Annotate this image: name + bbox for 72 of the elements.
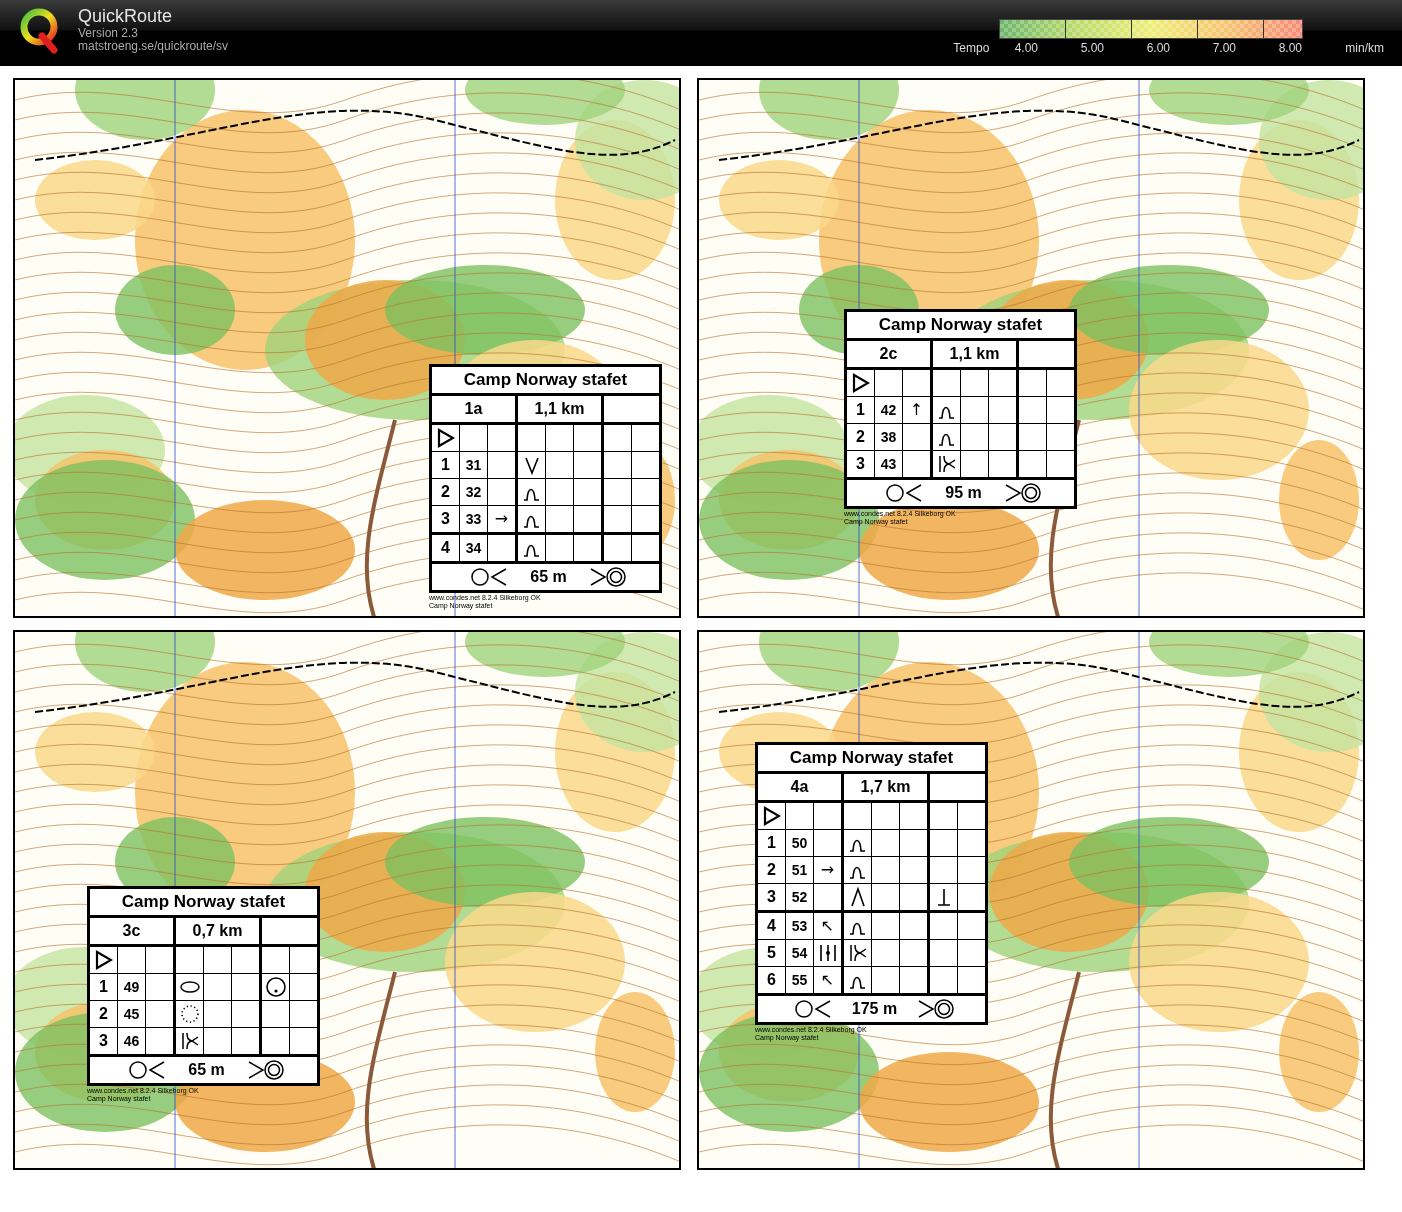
course-name: 4a: [756, 772, 843, 802]
finish-distance: 175 m: [851, 1000, 898, 1018]
course-name: 1a: [430, 394, 517, 424]
circle-to-route-icon: [885, 482, 924, 504]
logo-icon: [20, 8, 60, 54]
tempo-label: Tempo: [952, 41, 991, 55]
control-number: 1: [845, 396, 875, 424]
control-code: 49: [117, 973, 146, 1001]
between-bars-icon: [817, 943, 838, 963]
control-number: 3: [430, 505, 460, 534]
course-length: 1,1 km: [931, 339, 1018, 369]
finish-distance: 65 m: [188, 1061, 225, 1079]
route-to-finish-icon: [917, 998, 956, 1020]
direction-arrow: →: [820, 861, 835, 879]
start-triangle-icon: [94, 950, 113, 970]
ellipse-icon: [178, 980, 201, 994]
route-to-finish-icon: [588, 566, 627, 588]
direction-arrow: ↖: [820, 971, 835, 989]
control-code: 51: [785, 856, 814, 884]
route-to-finish-icon: [246, 1059, 285, 1081]
tempo-tick-label: 4.00: [1013, 41, 1039, 55]
tempo-tick-label: 8.00: [1277, 41, 1303, 55]
control-code: 54: [785, 939, 814, 967]
app-version: Version 2.3: [78, 27, 140, 40]
control-number: 1: [430, 451, 460, 479]
tempo-unit: min/km: [1345, 41, 1384, 55]
tempo-tick-label: 6.00: [1145, 41, 1171, 55]
control-code: 33: [459, 505, 488, 534]
start-triangle-icon: [851, 373, 870, 393]
dotted-circle-icon: [179, 1004, 200, 1024]
tempo-tick-label: 7.00: [1211, 41, 1237, 55]
course-length: 1,1 km: [516, 394, 603, 424]
control-code: 50: [785, 829, 814, 857]
branch-shape-icon: [847, 943, 868, 963]
app-title: QuickRoute: [78, 6, 174, 27]
circle-to-route-icon: [128, 1059, 167, 1081]
course-length: 1,7 km: [842, 772, 929, 802]
direction-arrow: ↑: [909, 401, 924, 419]
control-number: 2: [88, 1000, 118, 1028]
control-number: 3: [756, 883, 786, 912]
control-code: 38: [874, 423, 903, 451]
circle-to-route-icon: [793, 998, 832, 1020]
branch-shape-icon: [179, 1031, 200, 1051]
start-triangle-icon: [762, 806, 781, 826]
circle-to-route-icon: [470, 566, 509, 588]
route-to-finish-icon: [1003, 482, 1042, 504]
tempo-tick-label: 5.00: [1079, 41, 1105, 55]
direction-arrow: →: [494, 510, 509, 528]
finish-distance: 65 m: [530, 568, 567, 586]
control-code: 53: [785, 911, 814, 940]
control-number: 2: [756, 856, 786, 884]
dot-in-circle-icon: [264, 976, 287, 998]
course-name: 3c: [88, 916, 175, 946]
t-bar-icon: [935, 887, 952, 907]
control-code: 42: [874, 396, 903, 424]
control-number: 2: [430, 478, 460, 506]
control-number: 1: [88, 973, 118, 1001]
control-number: 2: [845, 423, 875, 451]
control-code: 32: [459, 478, 488, 506]
app-url: matstroeng.se/quickroute/sv: [78, 40, 229, 53]
direction-arrow: ↖: [820, 917, 835, 935]
control-code: 52: [785, 883, 814, 912]
control-number: 4: [756, 911, 786, 940]
control-number: 5: [756, 939, 786, 967]
control-code: 45: [117, 1000, 146, 1028]
branch-shape-icon: [936, 454, 957, 474]
course-length: 0,7 km: [174, 916, 261, 946]
course-name: 2c: [845, 339, 932, 369]
control-code: 31: [459, 451, 488, 479]
start-triangle-icon: [436, 428, 455, 448]
control-number: 1: [756, 829, 786, 857]
finish-distance: 95 m: [945, 484, 982, 502]
